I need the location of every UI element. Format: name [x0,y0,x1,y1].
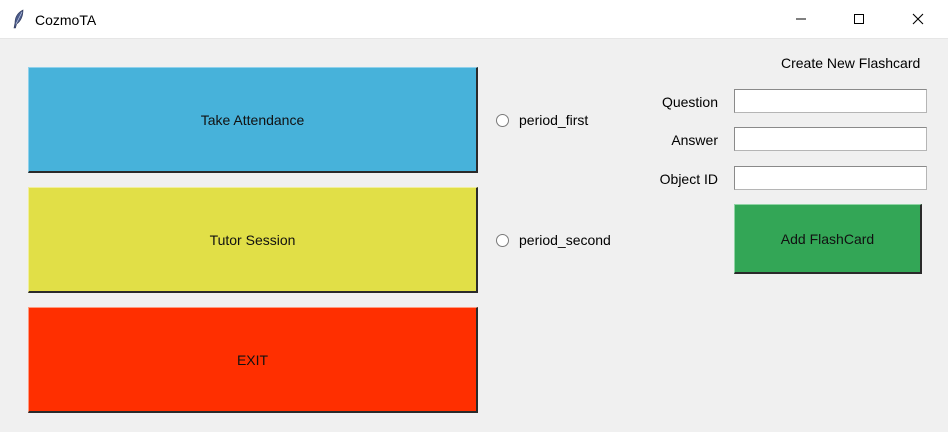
feather-icon [11,9,27,29]
radio-circle[interactable] [496,233,509,247]
radio-period-second[interactable]: period_second [496,231,611,249]
app-window: CozmoTA Take Attendance Tutor Session EX… [0,0,948,432]
object-id-input[interactable] [734,166,927,190]
exit-button[interactable]: EXIT [28,307,478,413]
window-title: CozmoTA [35,12,97,28]
answer-label: Answer [671,132,718,148]
answer-input[interactable] [734,127,927,151]
question-label: Question [661,94,718,110]
radio-label: period_first [519,112,589,128]
tutor-session-label: Tutor Session [209,231,296,248]
maximize-icon [853,12,865,28]
take-attendance-label: Take Attendance [200,111,305,128]
close-icon [912,12,924,28]
maximize-button[interactable] [830,0,888,39]
minimize-button[interactable] [772,0,830,39]
flashcard-heading: Create New Flashcard [781,55,921,71]
exit-label: EXIT [236,351,269,368]
question-input[interactable] [734,89,927,113]
radio-label: period_second [519,232,611,248]
add-flashcard-label: Add FlashCard [780,230,875,247]
tutor-session-button[interactable]: Tutor Session [28,187,478,293]
radio-period-first[interactable]: period_first [496,111,588,129]
take-attendance-button[interactable]: Take Attendance [28,67,478,173]
add-flashcard-button[interactable]: Add FlashCard [734,204,922,274]
minimize-icon [795,12,807,28]
title-bar[interactable]: CozmoTA [0,0,948,39]
radio-circle[interactable] [496,113,509,127]
close-button[interactable] [889,0,947,39]
object-id-label: Object ID [659,171,718,187]
